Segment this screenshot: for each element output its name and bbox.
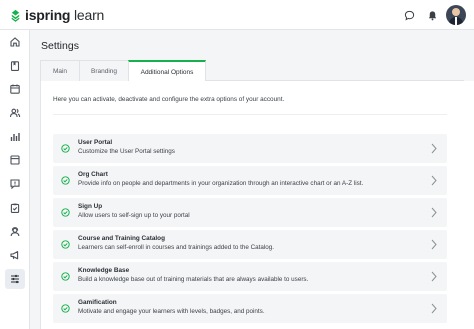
ispring-logo-icon	[11, 9, 20, 22]
sidebar	[0, 30, 30, 329]
main-content: Settings Main Branding Additional Option…	[30, 30, 474, 329]
option-name: Gamification	[78, 299, 117, 306]
option-description: Motivate and engage your learners with l…	[78, 308, 265, 315]
home-icon[interactable]	[5, 32, 25, 52]
option-gamification[interactable]: Gamification Motivate and engage your le…	[53, 294, 447, 323]
option-course-catalog[interactable]: Course and Training Catalog Learners can…	[53, 230, 447, 259]
option-description: Learners can self-enroll in courses and …	[78, 244, 275, 251]
users-icon[interactable]	[5, 103, 25, 123]
tab-main[interactable]: Main	[40, 60, 80, 81]
option-name: Sign Up	[78, 203, 103, 210]
check-circle-icon	[61, 208, 70, 217]
check-circle-icon	[61, 304, 70, 313]
chevron-right-icon	[431, 175, 437, 186]
check-circle-icon	[61, 272, 70, 281]
bell-icon[interactable]	[423, 5, 442, 25]
option-name: Course and Training Catalog	[78, 235, 165, 242]
option-user-portal[interactable]: User Portal Customize the User Portal se…	[53, 134, 447, 163]
settings-tabs: Main Branding Additional Options	[40, 60, 464, 82]
check-circle-icon	[61, 144, 70, 153]
courses-icon[interactable]	[5, 56, 25, 76]
chat-icon[interactable]	[400, 5, 419, 25]
reports-icon[interactable]	[5, 127, 25, 147]
content-icon[interactable]	[5, 150, 25, 170]
option-sign-up[interactable]: Sign Up Allow users to self-sign up to y…	[53, 198, 447, 227]
user-avatar[interactable]	[446, 5, 466, 25]
top-bar: ispring learn	[0, 0, 474, 30]
announcements-icon[interactable]	[5, 245, 25, 265]
logo-text: ispring learn	[25, 7, 105, 23]
tab-additional-options[interactable]: Additional Options	[128, 60, 206, 82]
option-description: Allow users to self-sign up to your port…	[78, 212, 190, 219]
page-title: Settings	[41, 40, 79, 52]
check-circle-icon	[61, 240, 70, 249]
option-description: Customize the User Portal settings	[78, 148, 175, 155]
calendar-icon[interactable]	[5, 79, 25, 99]
intro-text: Here you can activate, deactivate and co…	[53, 96, 285, 103]
feedback-icon[interactable]	[5, 174, 25, 194]
app-logo[interactable]: ispring learn	[9, 7, 104, 23]
option-name: Org Chart	[78, 171, 108, 178]
option-name: Knowledge Base	[78, 267, 130, 274]
chevron-right-icon	[431, 207, 437, 218]
check-circle-icon	[61, 176, 70, 185]
divider	[53, 114, 447, 115]
support-icon[interactable]	[5, 222, 25, 242]
chevron-right-icon	[431, 143, 437, 154]
option-name: User Portal	[78, 139, 113, 146]
settings-sliders-icon[interactable]	[5, 269, 25, 289]
option-description: Build a knowledge base out of training m…	[78, 276, 309, 283]
chevron-right-icon	[431, 271, 437, 282]
tab-branding[interactable]: Branding	[79, 60, 129, 81]
assignments-icon[interactable]	[5, 198, 25, 218]
additional-options-panel: Here you can activate, deactivate and co…	[40, 81, 474, 329]
chevron-right-icon	[431, 239, 437, 250]
option-knowledge-base[interactable]: Knowledge Base Build a knowledge base ou…	[53, 262, 447, 291]
chevron-right-icon	[431, 303, 437, 314]
option-description: Provide info on people and departments i…	[78, 180, 364, 187]
option-org-chart[interactable]: Org Chart Provide info on people and dep…	[53, 166, 447, 195]
